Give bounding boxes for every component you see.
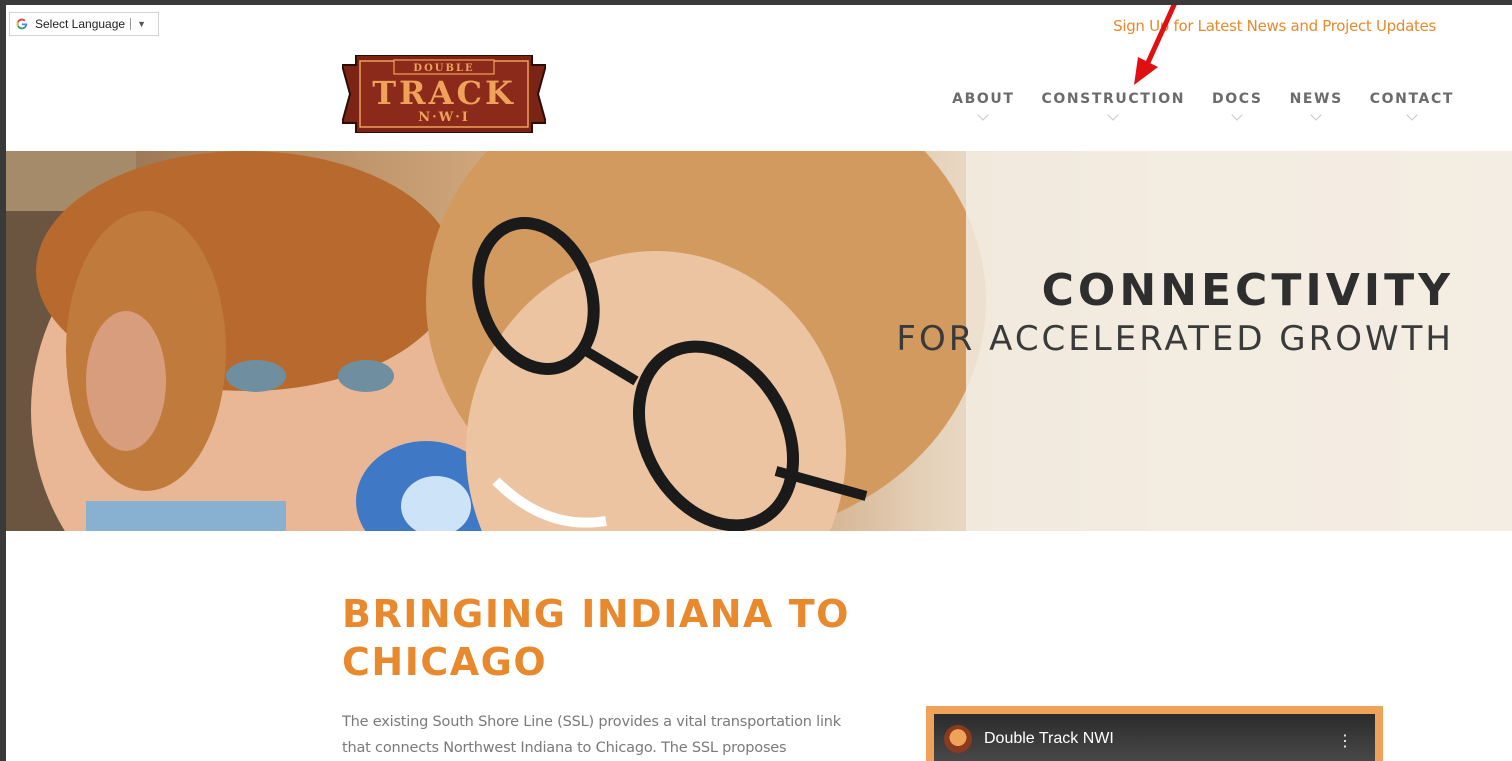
nav-label: CONTACT — [1369, 91, 1454, 107]
nav-label: NEWS — [1289, 91, 1343, 107]
annotation-arrow-icon — [1134, 5, 1177, 85]
language-select-label: Select Language — [35, 17, 126, 31]
svg-text:TRACK: TRACK — [372, 74, 516, 112]
hero-heading: CONNECTIVITY FOR ACCELERATED GROWTH — [896, 265, 1454, 361]
svg-text:N·W·I: N·W·I — [418, 110, 470, 125]
video-embed[interactable]: Double Track NWI ⋮ — [926, 706, 1383, 761]
chevron-down-icon — [1107, 109, 1119, 121]
chevron-down-icon — [1406, 109, 1418, 121]
separator — [130, 18, 132, 30]
nav-about[interactable]: ABOUT — [952, 91, 1015, 121]
hero-title: CONNECTIVITY — [1041, 265, 1454, 316]
main-nav: ABOUT CONSTRUCTION DOCS NEWS CONTACT — [925, 91, 1454, 121]
nav-contact[interactable]: CONTACT — [1369, 91, 1454, 121]
dropdown-arrow-icon: ▼ — [137, 19, 146, 29]
chevron-down-icon — [1310, 109, 1322, 121]
video-topbar: Double Track NWI ⋮ — [934, 714, 1375, 761]
section-body: The existing South Shore Line (SSL) prov… — [342, 714, 841, 756]
chevron-down-icon — [1231, 109, 1243, 121]
channel-avatar[interactable] — [944, 725, 972, 753]
nav-label: DOCS — [1212, 91, 1263, 107]
hero-subtitle: FOR ACCELERATED GROWTH — [896, 319, 1454, 359]
nav-docs[interactable]: DOCS — [1212, 91, 1263, 121]
video-title[interactable]: Double Track NWI — [984, 730, 1114, 748]
nav-news[interactable]: NEWS — [1289, 91, 1343, 121]
section-title: BRINGING INDIANA TO CHICAGO — [342, 592, 850, 684]
chevron-down-icon — [977, 109, 989, 121]
google-translate-widget[interactable]: Select Language ▼ — [9, 12, 159, 36]
svg-text:DOUBLE: DOUBLE — [413, 63, 474, 74]
nav-construction[interactable]: CONSTRUCTION — [1041, 91, 1186, 121]
hero-banner: CONNECTIVITY FOR ACCELERATED GROWTH — [6, 151, 1512, 531]
nav-label: ABOUT — [952, 91, 1015, 107]
more-options-icon[interactable]: ⋮ — [1337, 731, 1353, 751]
nav-label: CONSTRUCTION — [1041, 91, 1186, 107]
video-player[interactable]: Double Track NWI ⋮ — [934, 714, 1375, 761]
page: Select Language ▼ Sign Up for Latest New… — [6, 5, 1512, 761]
double-track-nwi-logo[interactable]: DOUBLE TRACK N·W·I — [342, 55, 546, 133]
google-icon — [16, 18, 28, 30]
